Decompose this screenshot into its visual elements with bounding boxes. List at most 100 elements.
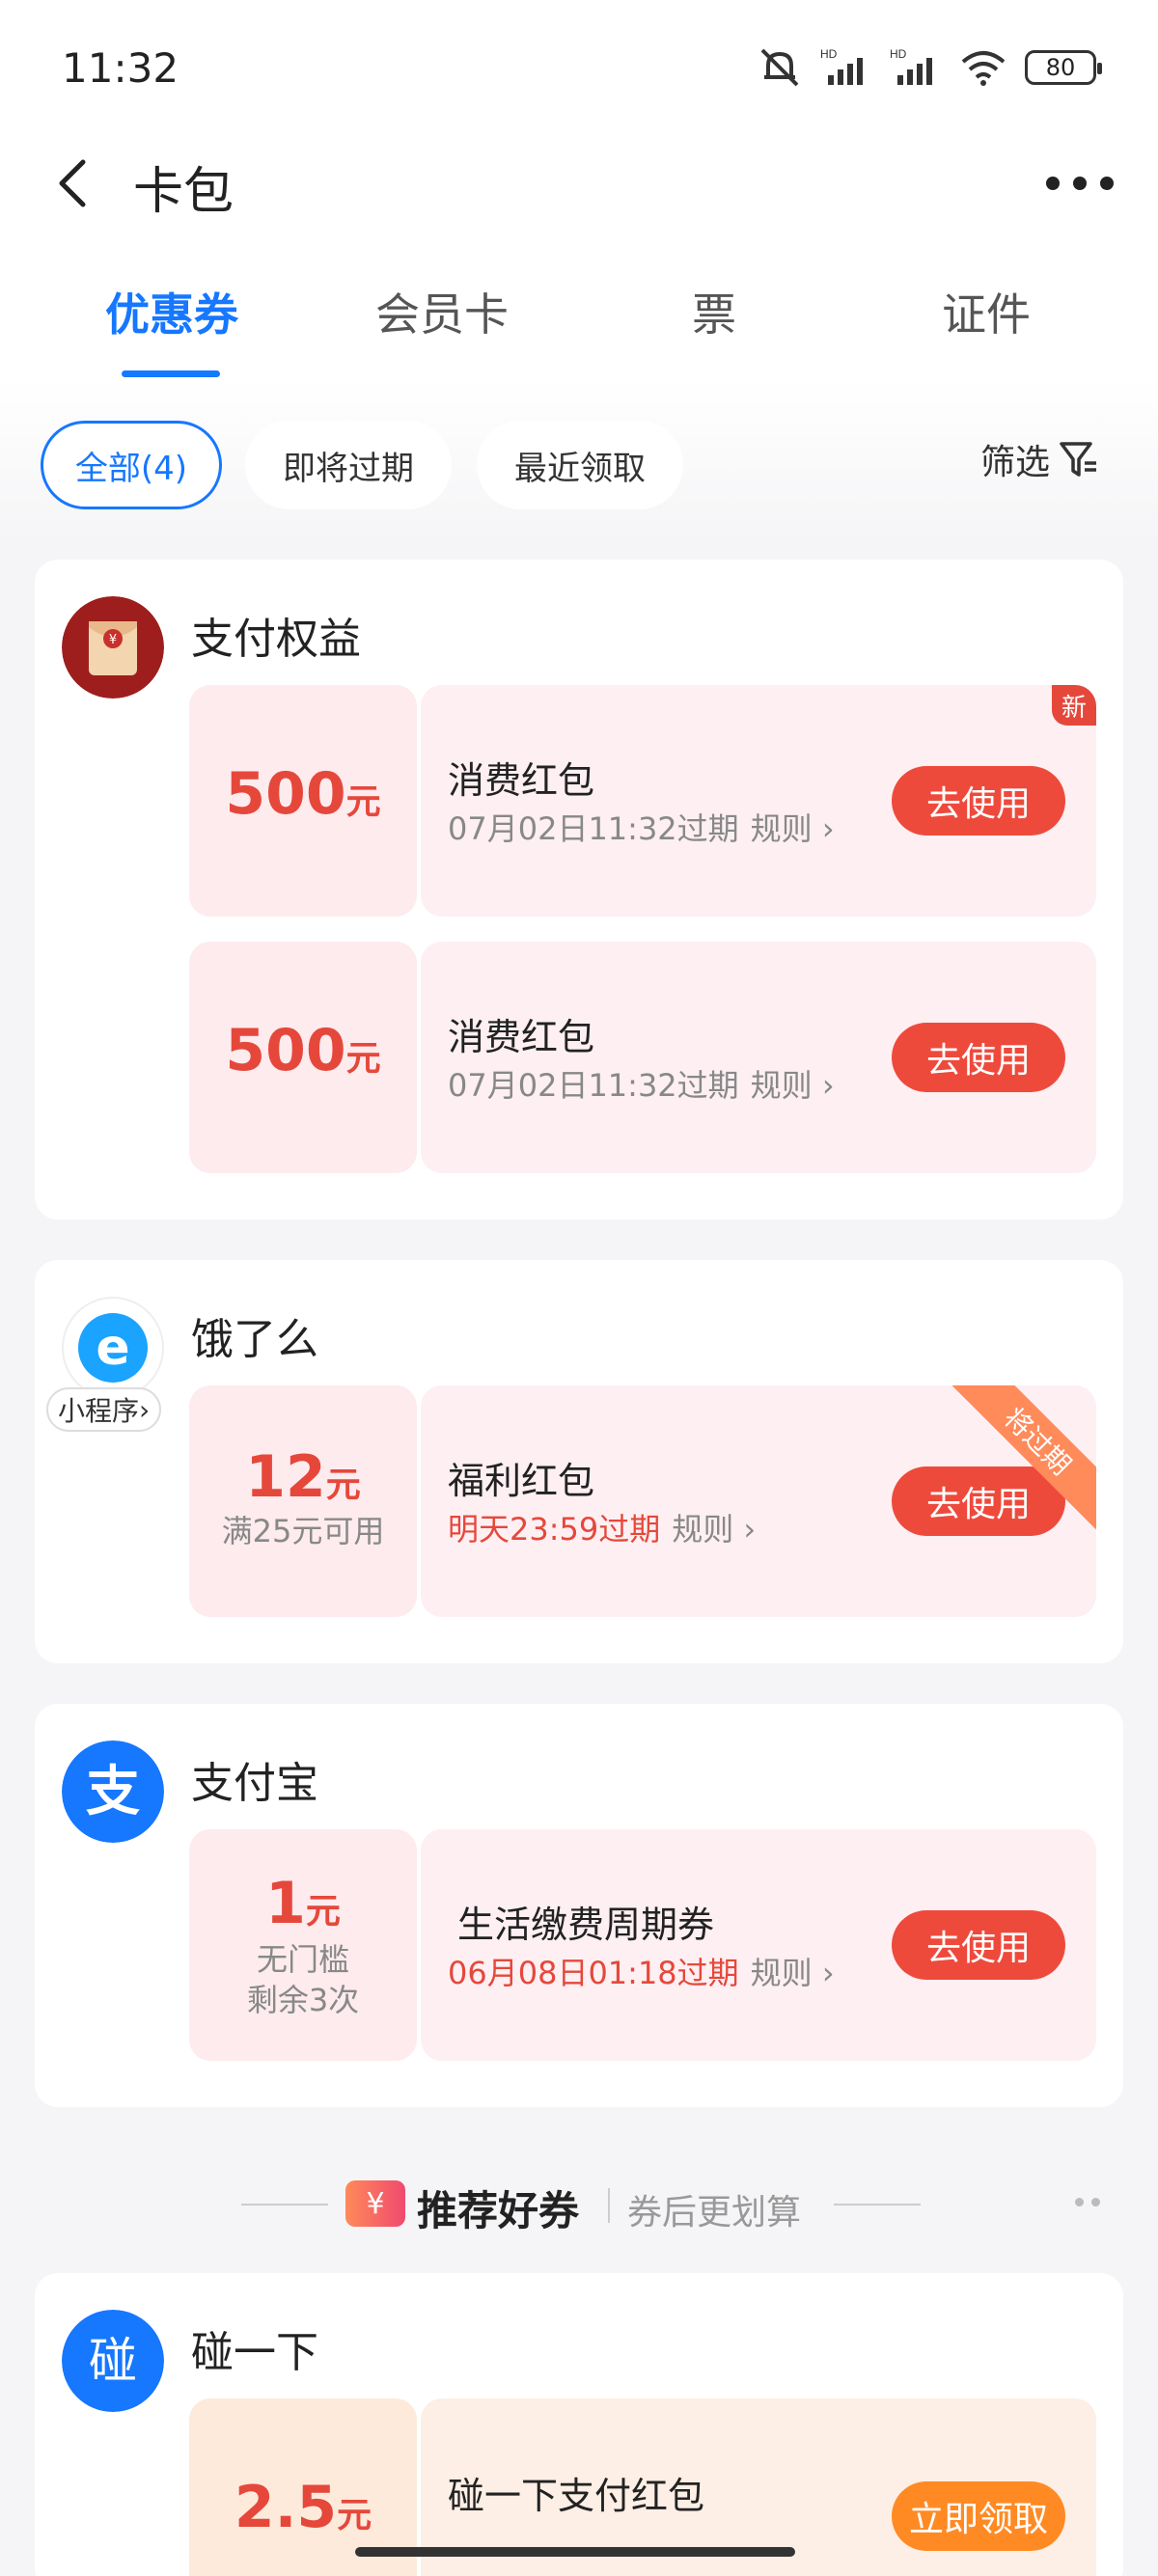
filter-button[interactable]: 筛选 (980, 434, 1100, 484)
coupon-value-panel: 1元 无门槛 剩余3次 (189, 1829, 417, 2061)
filter-bar: 全部(4) 即将过期 最近领取 筛选 (0, 421, 1158, 513)
coupon-expiry: 07月02日11:32过期 (448, 810, 739, 847)
tab-membership-cards[interactable]: 会员卡 (375, 280, 509, 343)
home-indicator[interactable] (355, 2547, 795, 2557)
coupon-item[interactable]: 500元 消费红包 07月02日11:32过期 规则 › 去使用 新 (189, 685, 1096, 917)
coupon-expiry-row: 06月08日01:18过期 规则 › (448, 1949, 835, 1993)
filter-recent-chip[interactable]: 最近领取 (477, 421, 683, 509)
coupon-item[interactable]: 500元 消费红包 07月02日11:32过期 规则 › 去使用 (189, 942, 1096, 1173)
mini-program-tag[interactable]: 小程序 › (46, 1387, 162, 1432)
filter-label: 筛选 (979, 443, 1050, 482)
tab-active-indicator (122, 370, 220, 377)
funnel-icon (1060, 442, 1096, 477)
merchant-name: 碰一下 (191, 2328, 318, 2377)
chevron-right-icon: › (812, 1067, 835, 1104)
merchant-card-alipay: 支 支付宝 1元 无门槛 剩余3次 生活缴费周期券 06月08日01:18过期规… (35, 1704, 1123, 2107)
svg-text:e: e (96, 1319, 129, 1377)
alipay-logo-icon: 支 (62, 1740, 164, 1843)
signal-icon: HD (890, 47, 932, 85)
use-coupon-button[interactable]: 去使用 (892, 1910, 1065, 1980)
merchant-card-tap: 碰 碰一下 2.5元 碰一下支付红包 立即领取 (35, 2273, 1123, 2576)
chevron-right-icon: › (139, 1393, 151, 1426)
merchant-name: 支付权益 (191, 615, 361, 664)
coupon-title: 生活缴费周期券 (457, 1904, 715, 1946)
red-envelope-logo-icon: ¥ (62, 596, 164, 699)
coupon-expiry-row: 07月02日11:32过期 规则 › (448, 805, 835, 849)
tab-coupons[interactable]: 优惠券 (105, 280, 238, 343)
coupon-rule-link[interactable]: 规则 (751, 1067, 813, 1104)
coupon-info-panel: 生活缴费周期券 06月08日01:18过期 规则 › 去使用 (421, 1829, 1096, 2061)
battery-icon: 80 (1025, 50, 1102, 85)
divider-line (241, 2204, 328, 2206)
merchant-name: 支付宝 (191, 1759, 318, 1808)
coupon-condition: 满25元可用 (221, 1513, 385, 1549)
coupon-value-panel: 12元 满25元可用 (189, 1385, 417, 1617)
tab-certificates[interactable]: 证件 (942, 280, 1031, 343)
coupon-expiry-row: 明天23:59过期 规则 › (448, 1505, 756, 1549)
merchant-card-eleme: e 小程序 › 饿了么 12元 满25元可用 福利红包 明天23:59过期 规则 ›… (35, 1260, 1123, 1663)
use-coupon-button[interactable]: 去使用 (892, 1023, 1065, 1092)
coupon-title: 碰一下支付红包 (448, 2475, 705, 2517)
coupon-value-panel: 500元 (189, 942, 417, 1173)
coupon-rule-link[interactable]: 规则 (751, 1955, 813, 1991)
chevron-right-icon: › (812, 810, 835, 847)
coupon-amount: 2.5元 (234, 2474, 372, 2541)
coupon-amount: 1元 (265, 1870, 341, 1937)
back-icon[interactable] (46, 154, 104, 212)
coupon-amount: 500元 (225, 1017, 381, 1084)
more-dots-icon[interactable] (1075, 2198, 1100, 2206)
coupon-remaining-uses: 剩余3次 (246, 1982, 360, 2018)
coupon-info-panel: 福利红包 明天23:59过期 规则 › 去使用 将过期 (421, 1385, 1096, 1617)
coupon-amount: 12元 (245, 1443, 361, 1511)
coupon-condition: 无门槛 (256, 1941, 349, 1978)
svg-text:支: 支 (86, 1761, 140, 1823)
coupon-value-panel: 500元 (189, 685, 417, 917)
status-bar: 11:32 HD HD 80 (0, 0, 1158, 135)
tab-bar: 优惠券 会员卡 票 证件 (0, 280, 1158, 386)
new-badge: 新 (1052, 685, 1096, 726)
navigation-bar: 卡包 (0, 135, 1158, 232)
coupon-expiry: 06月08日01:18过期 (448, 1955, 739, 1991)
wifi-icon (961, 51, 1006, 86)
tab-tickets[interactable]: 票 (692, 280, 736, 343)
coupon-title: 福利红包 (448, 1460, 595, 1502)
coupon-rule-link[interactable]: 规则 (751, 810, 813, 847)
coupon-amount: 500元 (225, 760, 381, 828)
battery-level: 80 (1045, 54, 1076, 81)
status-time: 11:32 (62, 44, 179, 92)
coupon-expiry: 07月02日11:32过期 (448, 1067, 739, 1104)
filter-all-chip[interactable]: 全部(4) (41, 421, 222, 509)
coupon-rule-link[interactable]: 规则 (672, 1511, 733, 1548)
recommended-title: 推荐好券 (417, 2187, 580, 2234)
use-coupon-button[interactable]: 去使用 (892, 1466, 1065, 1536)
signal-icon: HD (820, 47, 863, 85)
claim-coupon-button[interactable]: 立即领取 (892, 2481, 1065, 2551)
coupon-item[interactable]: 1元 无门槛 剩余3次 生活缴费周期券 06月08日01:18过期 规则 › 去使… (189, 1829, 1096, 2061)
use-coupon-button[interactable]: 去使用 (892, 766, 1065, 836)
status-icons: HD HD 80 (757, 46, 1102, 89)
coupon-info-panel: 消费红包 07月02日11:32过期 规则 › 去使用 新 (421, 685, 1096, 917)
filter-expiring-chip[interactable]: 即将过期 (245, 421, 452, 509)
chevron-right-icon: › (733, 1511, 757, 1548)
svg-text:HD: HD (820, 47, 838, 61)
tap-logo-icon: 碰 (62, 2310, 164, 2412)
divider (608, 2188, 610, 2223)
coupon-item[interactable]: 12元 满25元可用 福利红包 明天23:59过期 规则 › 去使用 将过期 (189, 1385, 1096, 1617)
mute-icon (760, 48, 799, 87)
merchant-name: 饿了么 (191, 1315, 318, 1364)
svg-text:碰: 碰 (89, 2333, 137, 2389)
chevron-right-icon: › (812, 1955, 835, 1991)
svg-text:HD: HD (890, 47, 907, 61)
recommended-subtitle: 券后更划算 (627, 2193, 802, 2233)
coupon-ticket-icon: ¥ (345, 2180, 405, 2227)
eleme-logo-icon: e (62, 1297, 164, 1399)
coupon-title: 消费红包 (448, 1016, 595, 1058)
more-icon[interactable] (1046, 156, 1114, 210)
mini-program-label: 小程序 (58, 1395, 140, 1427)
merchant-card-payment-benefits: ¥ 支付权益 500元 消费红包 07月02日11:32过期 规则 › 去使用 新… (35, 560, 1123, 1219)
recommended-coupons-header: ¥ 推荐好券 券后更划算 (0, 2175, 1158, 2234)
coupon-expiry-row: 07月02日11:32过期 规则 › (448, 1061, 835, 1106)
coupon-info-panel: 消费红包 07月02日11:32过期 规则 › 去使用 (421, 942, 1096, 1173)
divider-line (834, 2204, 921, 2206)
coupon-expiry: 明天23:59过期 (448, 1511, 661, 1548)
